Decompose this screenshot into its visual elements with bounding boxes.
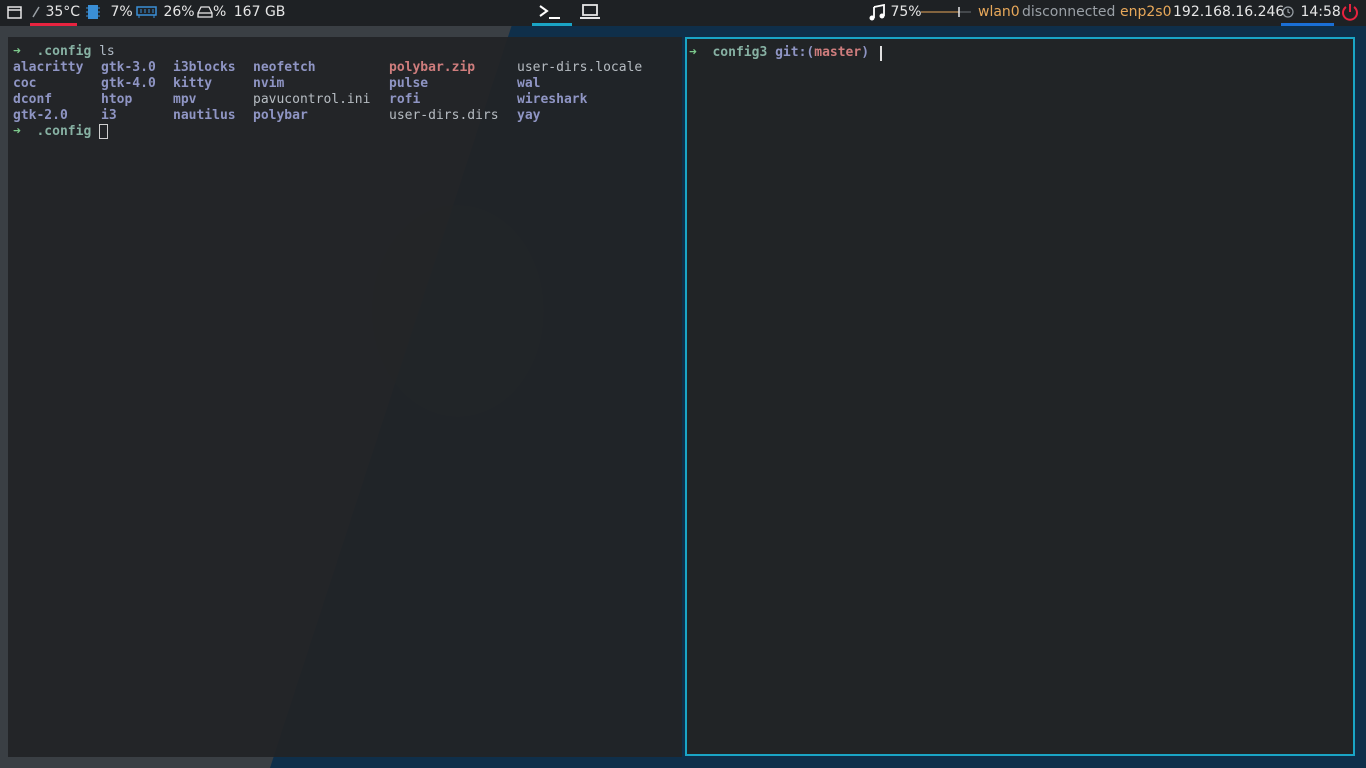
- wlan-status: disconnected: [1022, 4, 1116, 20]
- list-item: gtk-3.0: [101, 60, 156, 75]
- list-item: yay: [517, 108, 541, 123]
- list-item: user-dirs.locale: [517, 60, 643, 75]
- list-item: i3blocks: [173, 60, 236, 75]
- thermometer-icon: [32, 6, 40, 18]
- workspace-active-underline: [532, 23, 572, 26]
- list-item: nautilus: [173, 108, 236, 123]
- temperature-value: 35°C: [45, 4, 81, 20]
- menu-icon[interactable]: [7, 0, 22, 26]
- hard-drive-icon: [197, 6, 213, 18]
- list-item: htop: [101, 92, 133, 107]
- list-item: pavucontrol.ini: [253, 92, 371, 107]
- list-item: mpv: [173, 92, 197, 107]
- list-item: neofetch: [253, 60, 316, 75]
- eth-iface: enp2s0: [1120, 4, 1172, 20]
- list-item: wireshark: [517, 92, 588, 107]
- prompt-dir: config3: [712, 45, 768, 60]
- git-close: ): [861, 45, 870, 60]
- prompt-line: ➜ config3 git:(master): [689, 45, 869, 61]
- volume-slider[interactable]: [921, 0, 971, 26]
- ram-value: 26%: [163, 4, 195, 20]
- memory-icon: [136, 6, 157, 18]
- clock-icon: [1282, 6, 1294, 18]
- terminal-right-window[interactable]: ➜ config3 git:(master): [685, 37, 1355, 756]
- power-button[interactable]: [1341, 0, 1359, 26]
- laptop-icon: [580, 4, 600, 19]
- terminal-left-window[interactable]: ➜ .config ls alacritty gtk-3.0 i3blocks …: [8, 37, 682, 757]
- prompt-line-1: ➜ .config ls: [13, 44, 115, 60]
- power-icon: [1342, 4, 1358, 21]
- list-item: nvim: [253, 76, 285, 91]
- list-item: pulse: [389, 76, 429, 91]
- list-item: rofi: [389, 92, 421, 107]
- list-item: kitty: [173, 76, 213, 91]
- disk-percent: %: [213, 4, 227, 20]
- disk-module: % 167 GB: [197, 0, 285, 26]
- list-item: i3: [101, 108, 117, 123]
- ram-module: 26%: [136, 0, 195, 26]
- list-item: coc: [13, 76, 37, 91]
- volume-value: 75%: [890, 4, 922, 20]
- prompt-arrow-icon: ➜: [13, 44, 21, 59]
- terminal-icon: [539, 5, 560, 19]
- git-label: git:(: [775, 45, 815, 60]
- prompt-dir: .config: [36, 124, 92, 139]
- volume-module[interactable]: 75%: [869, 0, 922, 26]
- prompt-line-2: ➜ .config: [13, 124, 109, 140]
- list-item: gtk-4.0: [101, 76, 156, 91]
- list-item: gtk-2.0: [13, 108, 68, 123]
- top-status-bar: 35°C 7% 26% % 167 GB 75% wlan0 disconnec…: [0, 0, 1366, 26]
- cpu-value: 7%: [110, 4, 133, 20]
- terminal-cursor: [880, 46, 882, 61]
- wlan-iface: wlan0: [978, 4, 1020, 20]
- list-item: dconf: [13, 92, 53, 107]
- cpu-module: 7%: [86, 0, 133, 26]
- cpu-icon: [86, 5, 100, 19]
- command-text: ls: [99, 44, 115, 59]
- disk-free: 167 GB: [233, 4, 286, 20]
- eth-ip: 192.168.16.246: [1173, 4, 1285, 20]
- list-item: alacritty: [13, 60, 84, 75]
- clock-value: 14:58: [1300, 4, 1341, 20]
- music-note-icon: [869, 3, 885, 20]
- prompt-arrow-icon: ➜: [689, 45, 697, 60]
- list-item: polybar: [253, 108, 308, 123]
- workspace-2-button[interactable]: [580, 0, 600, 26]
- terminal-cursor: [99, 124, 109, 139]
- prompt-dir: .config: [36, 44, 92, 59]
- git-branch: master: [814, 45, 862, 60]
- temperature-underline: [30, 23, 77, 26]
- prompt-arrow-icon: ➜: [13, 124, 21, 139]
- list-item: user-dirs.dirs: [389, 108, 499, 123]
- list-item: wal: [517, 76, 541, 91]
- list-item: polybar.zip: [389, 60, 476, 75]
- clock-underline: [1281, 23, 1334, 26]
